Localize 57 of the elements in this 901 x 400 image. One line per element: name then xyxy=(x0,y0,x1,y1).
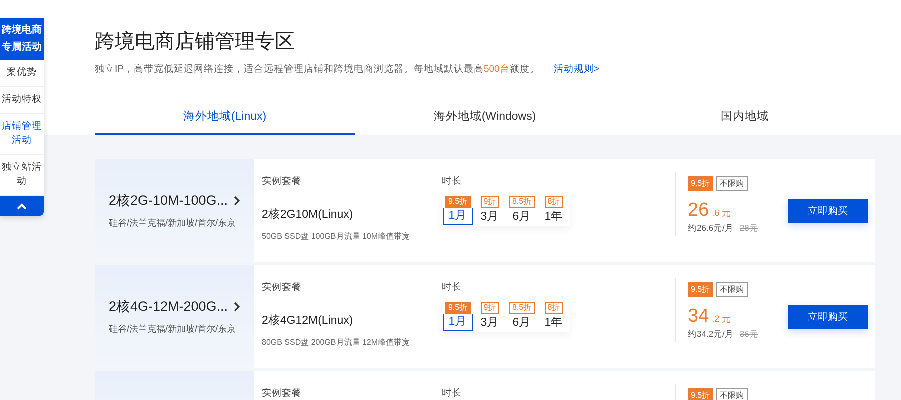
original-price: 36元 xyxy=(740,329,758,341)
price-decimal: .2 元 xyxy=(712,313,732,326)
duration-label: 时长 xyxy=(442,281,463,294)
original-price: 28元 xyxy=(740,223,758,235)
discount-tag: 9.5折 xyxy=(445,302,471,314)
plan-name: 2核4G12M(Linux) xyxy=(262,314,354,328)
duration-option[interactable]: 1年 xyxy=(539,314,569,332)
plan-spec: 50GB SSD盘 100GB月流量 10M峰值带宽 xyxy=(262,231,412,242)
duration-label: 时长 xyxy=(442,175,463,188)
duration-option[interactable]: 1月 xyxy=(443,208,473,225)
discount-tag: 8.5折 xyxy=(509,302,535,314)
product-name: 2核2G-10M-100G... xyxy=(109,192,228,210)
duration-option[interactable]: 3月 xyxy=(475,208,505,226)
collapse-button[interactable] xyxy=(0,196,44,216)
buy-button[interactable]: 立即购买 xyxy=(788,304,868,328)
region-tab[interactable]: 海外地域(Windows) xyxy=(355,104,615,135)
price-decimal: .6 元 xyxy=(712,207,732,220)
rules-link[interactable]: 活动规则> xyxy=(554,64,600,76)
plan-label: 实例套餐 xyxy=(262,281,303,294)
discount-badge: 9.5折 xyxy=(688,282,714,297)
buy-button[interactable]: 立即购买 xyxy=(788,198,868,222)
plan-label: 实例套餐 xyxy=(262,387,303,400)
region-tab[interactable]: 国内地域 xyxy=(615,104,875,135)
discount-badge: 9.5折 xyxy=(688,176,714,191)
sidebar-header: 跨境电商专属活动 xyxy=(0,18,44,60)
page-title: 跨境电商店铺管理专区 xyxy=(95,30,296,54)
limit-badge: 不限购 xyxy=(716,388,748,400)
price-value: 34 xyxy=(688,306,710,328)
description-text: 独立IP，高带宽低延迟网络连接，适合远程管理店铺和跨境电商浏览器。每地域默认最高500台额度。 xyxy=(95,64,540,76)
plan-name: 2核2G10M(Linux) xyxy=(262,208,354,222)
discount-tag: 8折 xyxy=(544,196,564,208)
duration-label: 时长 xyxy=(442,387,463,400)
region-tab[interactable]: 海外地域(Linux) xyxy=(95,104,355,135)
discount-tag: 8折 xyxy=(544,302,564,314)
monthly-price: 约26.6元/月 xyxy=(688,223,734,235)
discount-badge: 9.5折 xyxy=(688,388,714,400)
limit-badge: 不限购 xyxy=(716,176,748,191)
duration-option[interactable]: 6月 xyxy=(507,208,537,226)
plan-spec: 80GB SSD盘 200GB月流量 12M峰值带宽 xyxy=(262,337,412,348)
discount-tag: 9折 xyxy=(480,302,500,314)
region-list: 硅谷/法兰克福/新加坡/首尔/东京 xyxy=(109,216,254,230)
product-name: 2核4G-12M-200G... xyxy=(109,298,228,316)
chevron-right-icon xyxy=(234,196,240,206)
chevron-right-icon xyxy=(234,302,240,312)
discount-tag: 9.5折 xyxy=(445,196,471,208)
duration-option[interactable]: 1年 xyxy=(539,208,569,226)
duration-option[interactable]: 3月 xyxy=(475,314,505,332)
discount-tag: 8.5折 xyxy=(509,196,535,208)
duration-option[interactable]: 1月 xyxy=(443,314,473,331)
monthly-price: 约34.2元/月 xyxy=(688,329,734,341)
price-value: 26 xyxy=(688,200,710,222)
discount-tag: 9折 xyxy=(480,196,500,208)
plan-label: 实例套餐 xyxy=(262,175,303,188)
limit-badge: 不限购 xyxy=(716,282,748,297)
duration-option[interactable]: 6月 xyxy=(507,314,537,332)
chevron-up-icon xyxy=(17,202,27,210)
region-list: 硅谷/法兰克福/新加坡/首尔/东京 xyxy=(109,322,254,336)
